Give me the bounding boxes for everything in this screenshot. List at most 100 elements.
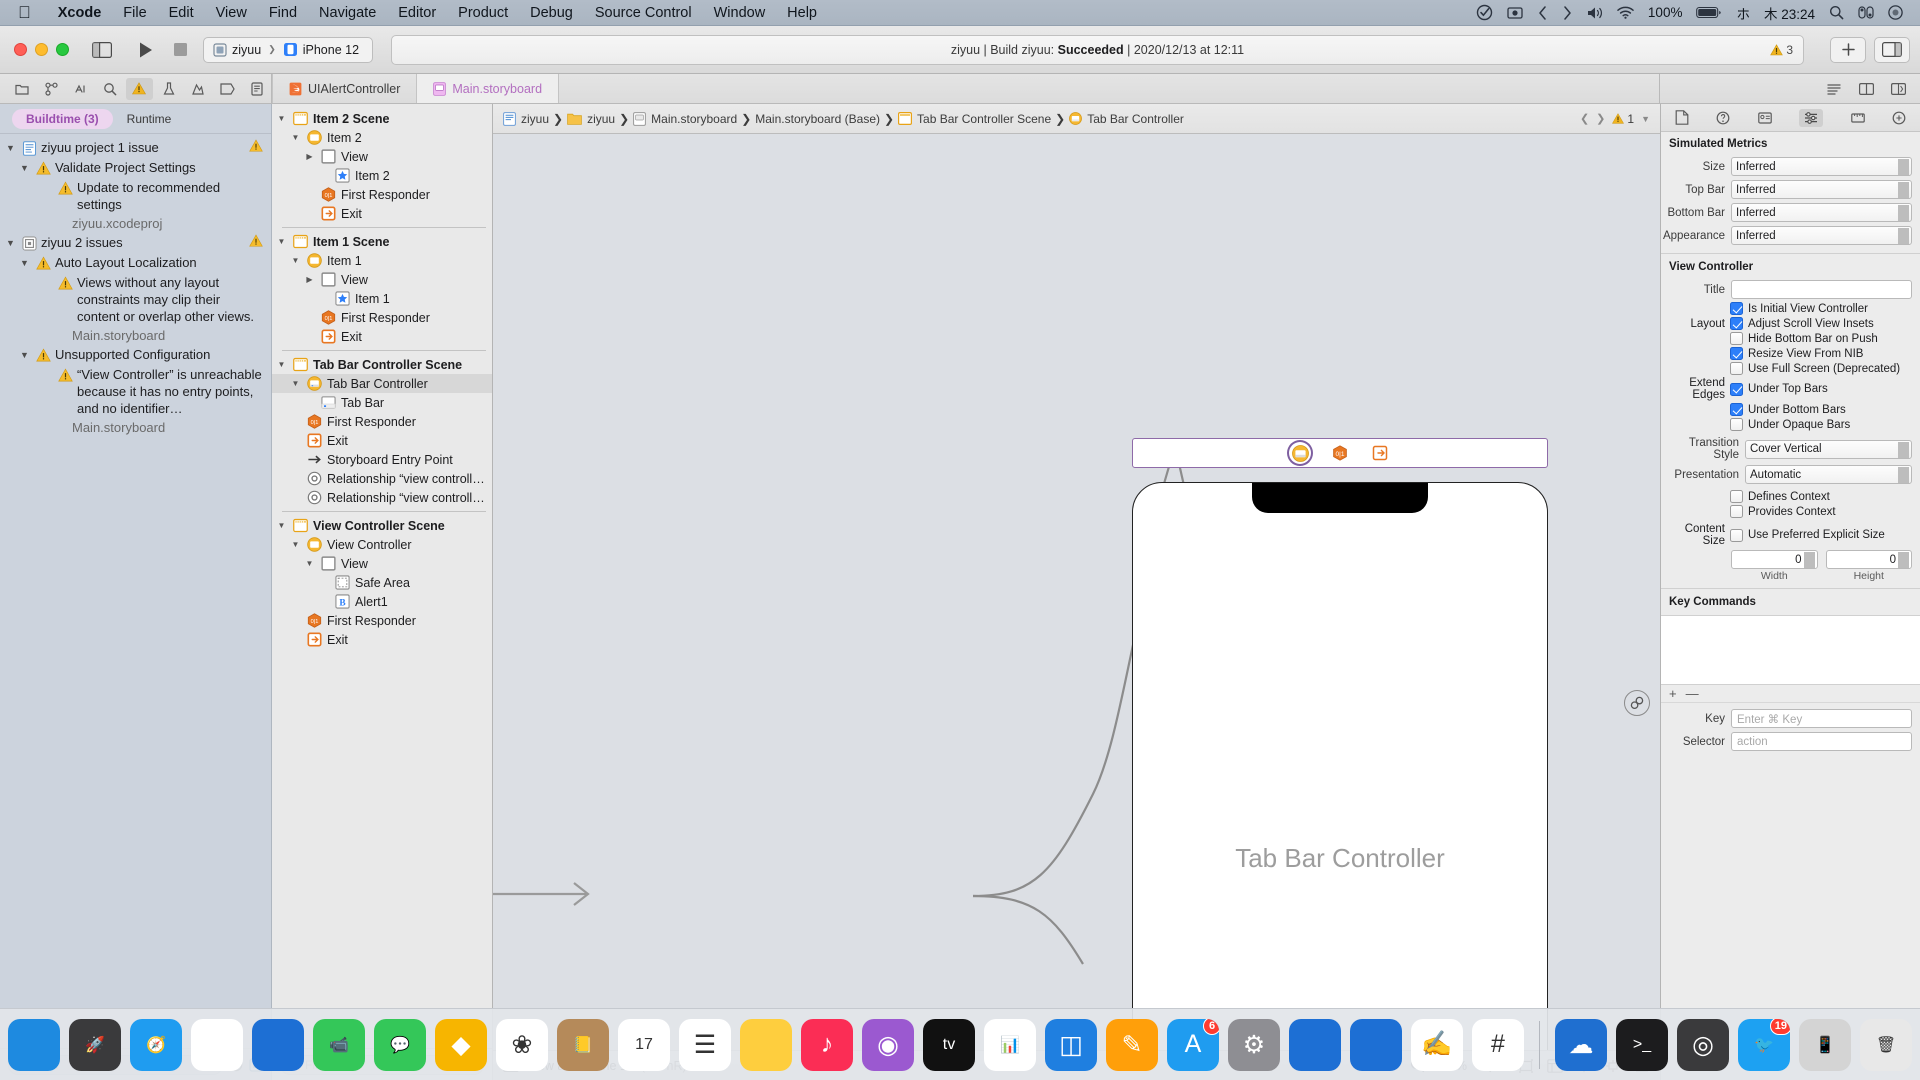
finder-icon[interactable]: [8, 1018, 60, 1071]
disclosure-triangle-icon[interactable]: ▶: [304, 148, 315, 166]
breadcrumb-scene[interactable]: Tab Bar Controller Scene: [898, 112, 1051, 126]
jumpbar-warning-badge[interactable]: 1: [1612, 112, 1634, 126]
outline-row[interactable]: ▼ Item 1: [272, 251, 492, 270]
toggle-inspector-button[interactable]: [1874, 36, 1910, 63]
disclosure-triangle-icon[interactable]: ▼: [4, 139, 17, 157]
disclosure-triangle-icon[interactable]: ▼: [290, 252, 301, 270]
issue-row[interactable]: ▼ ziyuu 2 issues: [0, 233, 271, 253]
menu-item-editor[interactable]: Editor: [387, 0, 447, 26]
outline-row[interactable]: Storyboard Entry Point: [272, 450, 492, 469]
xcode-alt-icon[interactable]: [1350, 1018, 1402, 1071]
hide-bottom-bar-checkbox[interactable]: [1730, 332, 1743, 345]
metric-bottom-bar-popup[interactable]: Inferred: [1731, 203, 1912, 222]
stepper-icon[interactable]: [1898, 552, 1909, 568]
outline-row[interactable]: ▼ View: [272, 554, 492, 573]
status-checkmark-icon[interactable]: [1469, 4, 1500, 21]
document-outline-tree[interactable]: ▼ Item 2 Scene ▼ Item 2 ▶ View Item 2 0|1 First …: [272, 104, 492, 1048]
outline-row[interactable]: 0|1 First Responder: [272, 185, 492, 204]
breadcrumb-storyboard-base[interactable]: Main.storyboard (Base): [755, 112, 880, 126]
attributes-inspector-tab[interactable]: [1799, 108, 1824, 127]
disclosure-triangle-icon[interactable]: ▶: [304, 271, 315, 289]
status-spotlight-icon[interactable]: [1822, 5, 1851, 20]
metric-top-bar-popup[interactable]: Inferred: [1731, 180, 1912, 199]
interface-builder-canvas[interactable]: Tab Bar Controller 0|1: [493, 134, 1660, 1050]
tab-bar-controller-device[interactable]: Tab Bar Controller: [1132, 482, 1548, 1050]
outline-row[interactable]: Item 1: [272, 289, 492, 308]
disclosure-triangle-icon[interactable]: ▼: [18, 346, 31, 364]
scheme-selector[interactable]: ziyuu ❯ iPhone 12: [203, 36, 373, 63]
status-input-source[interactable]: ホ: [1729, 3, 1757, 23]
outline-row[interactable]: Exit: [272, 204, 492, 223]
outline-row[interactable]: Exit: [272, 431, 492, 450]
outline-row[interactable]: Exit: [272, 327, 492, 346]
breadcrumb-folder[interactable]: ziyuu: [567, 112, 615, 126]
is-initial-checkbox[interactable]: [1730, 302, 1743, 315]
nav-issues-icon[interactable]: [125, 77, 154, 100]
outline-row[interactable]: B Alert1: [272, 592, 492, 611]
editor-tab-uialertcontroller[interactable]: UIAlertController: [272, 74, 418, 103]
presentation-popup[interactable]: Automatic: [1745, 465, 1912, 484]
status-siri-icon[interactable]: [1881, 5, 1910, 20]
close-window-button[interactable]: [14, 43, 27, 56]
outline-row[interactable]: Relationship “view controllers” to “…: [272, 469, 492, 488]
editor-standard-icon[interactable]: [1820, 78, 1848, 100]
title-field[interactable]: [1731, 280, 1912, 299]
view-controller-dock-icon[interactable]: [1289, 442, 1311, 464]
segment-buildtime[interactable]: Buildtime (3): [12, 108, 113, 129]
nav-report-icon[interactable]: [244, 78, 271, 100]
status-clock[interactable]: 木 23:24: [1757, 3, 1822, 23]
podcasts-icon[interactable]: ◉: [862, 1018, 914, 1071]
exit-dock-icon[interactable]: [1369, 442, 1391, 464]
resize-view-from-nib-checkbox[interactable]: [1730, 347, 1743, 360]
content-width-field[interactable]: 0: [1731, 550, 1818, 569]
key-field[interactable]: Enter ⌘ Key: [1731, 709, 1912, 728]
selector-field[interactable]: action: [1731, 732, 1912, 751]
issue-row[interactable]: ▼ ziyuu project 1 issue: [0, 138, 271, 158]
issue-tree[interactable]: ▼ ziyuu project 1 issue ▼ Validate Project …: [0, 134, 271, 1048]
outline-row[interactable]: Safe Area: [272, 573, 492, 592]
help-inspector-tab[interactable]: [1716, 111, 1730, 125]
stepper-icon[interactable]: [1898, 159, 1909, 175]
segment-runtime[interactable]: Runtime: [113, 109, 186, 129]
under-top-bars-checkbox[interactable]: [1730, 382, 1743, 396]
metric-appearance-popup[interactable]: Inferred: [1731, 226, 1912, 245]
add-key-command-button[interactable]: +: [1669, 686, 1677, 701]
safari-icon[interactable]: 🧭: [130, 1018, 182, 1071]
outline-row[interactable]: 0|1 First Responder: [272, 308, 492, 327]
contacts-icon[interactable]: 📒: [557, 1018, 609, 1071]
calendar-icon[interactable]: 17: [618, 1018, 670, 1071]
editor-version-icon[interactable]: [1884, 78, 1912, 100]
outline-row[interactable]: 0|1 First Responder: [272, 412, 492, 431]
activity-warning-chip[interactable]: 3: [1770, 43, 1793, 57]
launchpad-icon[interactable]: 🚀: [69, 1018, 121, 1071]
issue-row[interactable]: ziyuu.xcodeproj: [0, 214, 271, 233]
disclosure-triangle-icon[interactable]: ▼: [18, 159, 31, 177]
issue-row[interactable]: Update to recommended settings: [0, 178, 271, 214]
onedrive-icon[interactable]: ☁: [1555, 1018, 1607, 1071]
status-screenrecord-icon[interactable]: [1500, 5, 1530, 21]
twitter-icon[interactable]: 🐦 19: [1738, 1018, 1790, 1071]
chrome-icon[interactable]: [191, 1018, 243, 1071]
menu-item-find[interactable]: Find: [258, 0, 308, 26]
outline-row[interactable]: 0|1 First Responder: [272, 611, 492, 630]
stepper-icon[interactable]: [1898, 467, 1909, 483]
breadcrumb-controller[interactable]: Tab Bar Controller: [1069, 112, 1184, 126]
music-icon[interactable]: ♪: [801, 1018, 853, 1071]
stepper-icon[interactable]: [1898, 182, 1909, 198]
outline-row[interactable]: ▼ Item 2 Scene: [272, 109, 492, 128]
disclosure-triangle-icon[interactable]: ▼: [290, 536, 301, 554]
menu-item-source-control[interactable]: Source Control: [584, 0, 703, 26]
defines-context-checkbox[interactable]: [1730, 490, 1743, 503]
under-bottom-bars-checkbox[interactable]: [1730, 403, 1743, 416]
buildtime-runtime-segment[interactable]: Buildtime (3) Runtime: [12, 108, 186, 129]
size-inspector-tab[interactable]: [1850, 111, 1865, 125]
menu-item-file[interactable]: File: [112, 0, 157, 26]
first-responder-dock-icon[interactable]: 0|1: [1329, 442, 1351, 464]
nav-debug-icon[interactable]: [185, 78, 212, 100]
transition-style-popup[interactable]: Cover Vertical: [1745, 439, 1912, 459]
toggle-navigator-button[interactable]: [85, 37, 119, 63]
remove-key-command-button[interactable]: —: [1686, 686, 1699, 701]
disclosure-triangle-icon[interactable]: ▼: [276, 517, 287, 535]
stepper-icon[interactable]: [1898, 205, 1909, 221]
outline-row[interactable]: ▼ View Controller: [272, 535, 492, 554]
